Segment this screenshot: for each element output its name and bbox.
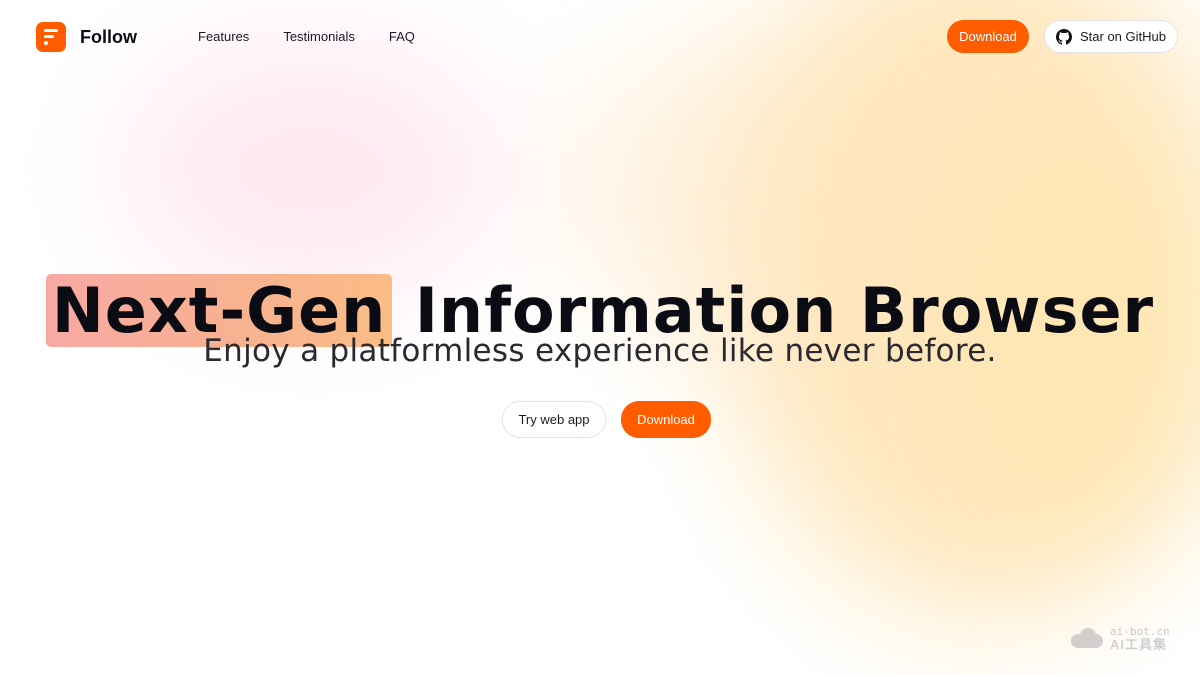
nav-features-link[interactable]: Features [198, 29, 249, 44]
hero-download-button[interactable]: Download [621, 401, 711, 438]
github-icon [1056, 28, 1072, 45]
watermark: ai-bot.cn AI工具集 [1068, 625, 1170, 651]
hero-actions: Try web app Download [502, 401, 711, 438]
try-web-app-button[interactable]: Try web app [502, 401, 606, 438]
brand-name: Follow [80, 26, 137, 47]
hero-subtitle: Enjoy a platformless experience like nev… [203, 333, 997, 369]
brand[interactable]: Follow [36, 22, 137, 52]
cloud-icon [1071, 628, 1103, 648]
nav-faq-link[interactable]: FAQ [389, 29, 415, 44]
follow-logo-icon [36, 22, 66, 52]
header-download-button[interactable]: Download [947, 20, 1029, 53]
background-glow [120, 40, 500, 300]
watermark-name: AI工具集 [1110, 637, 1168, 652]
main-nav: Features Testimonials FAQ [198, 29, 415, 44]
nav-testimonials-link[interactable]: Testimonials [283, 29, 355, 44]
site-header: Follow Features Testimonials FAQ Downloa… [0, 0, 1200, 74]
star-on-github-button[interactable]: Star on GitHub [1044, 20, 1178, 53]
github-button-label: Star on GitHub [1080, 29, 1166, 44]
